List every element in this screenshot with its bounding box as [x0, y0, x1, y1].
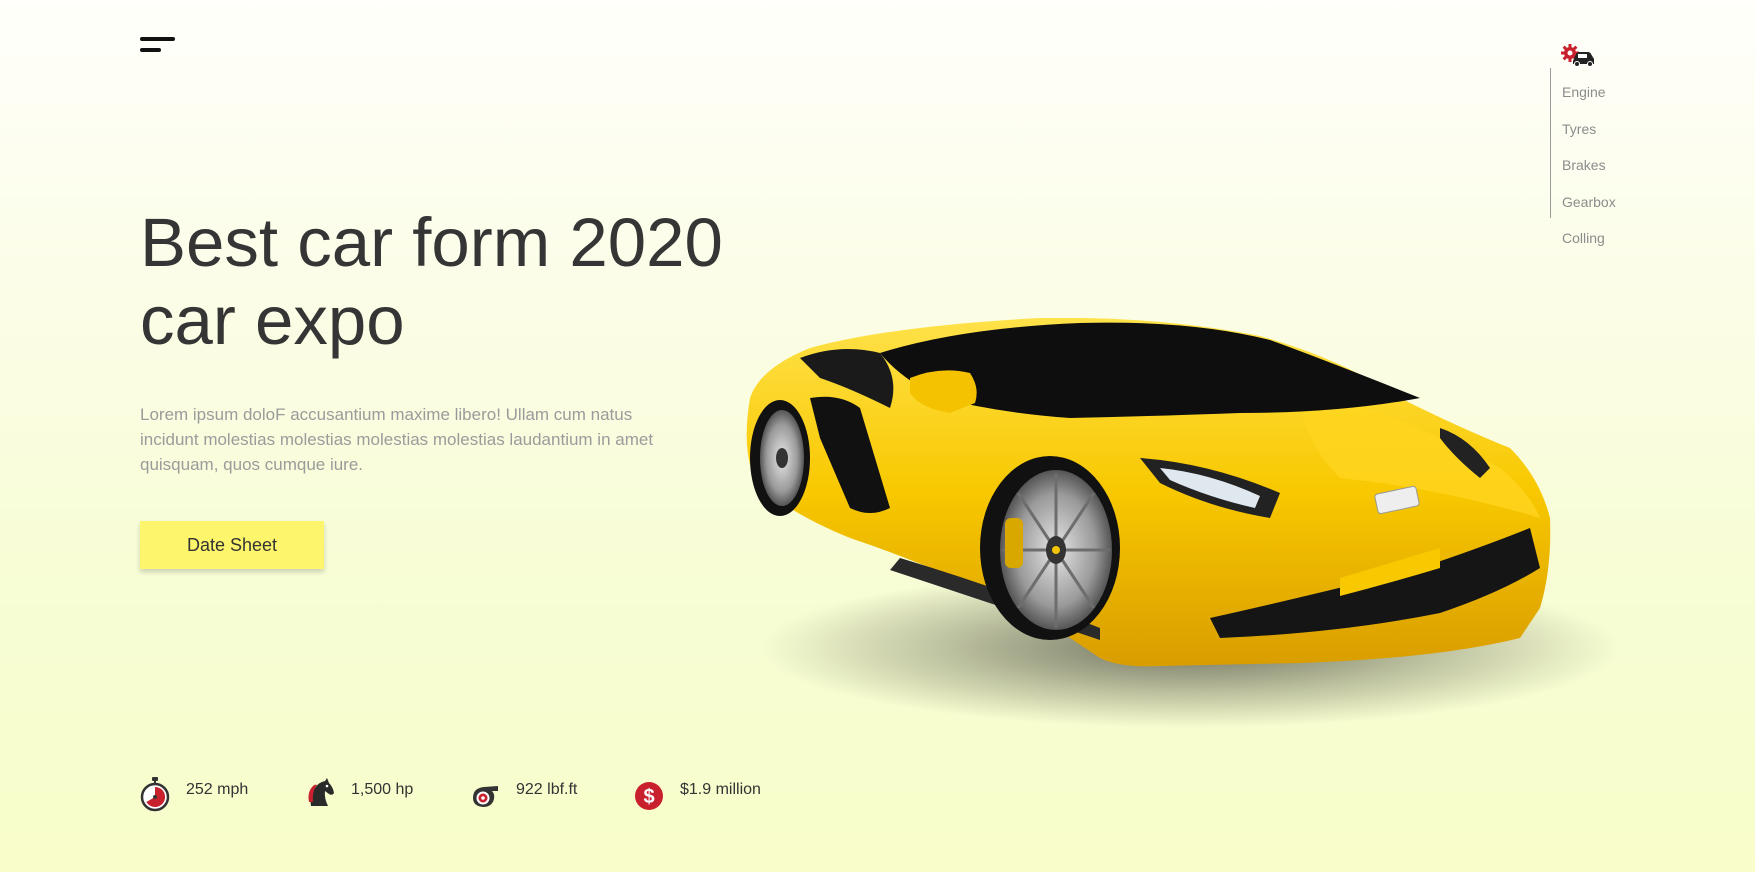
side-nav: Engine Tyres Brakes Gearbox Colling [1549, 40, 1709, 250]
nav-item-colling[interactable]: Colling [1562, 230, 1616, 267]
car-image [746, 318, 1620, 728]
hamburger-icon[interactable] [140, 36, 176, 56]
turbo-icon [473, 786, 498, 807]
stat-power-value: 1,500 hp [351, 781, 414, 798]
dollar-icon: $ [635, 782, 663, 810]
nav-item-brakes[interactable]: Brakes [1562, 157, 1616, 194]
side-nav-list: Engine Tyres Brakes Gearbox Colling [1562, 84, 1616, 267]
svg-text:$: $ [643, 786, 654, 808]
car-gear-icon [1561, 44, 1594, 67]
hero-description: Lorem ipsum doloF accusantium maxime lib… [140, 405, 654, 474]
stat-price-value: $1.9 million [680, 781, 761, 798]
stopwatch-icon [140, 777, 170, 812]
nav-item-tyres[interactable]: Tyres [1562, 121, 1616, 158]
nav-item-engine[interactable]: Engine [1562, 84, 1616, 121]
menu-line [140, 37, 175, 41]
stat-torque-value: 922 lbf.ft [516, 781, 578, 798]
nav-item-gearbox[interactable]: Gearbox [1562, 194, 1616, 231]
menu-line [140, 48, 161, 52]
hero-title-line: Best car form 2020 [140, 204, 723, 281]
date-sheet-button[interactable]: Date Sheet [140, 521, 324, 569]
stat-speed-value: 252 mph [186, 781, 249, 798]
nav-divider [1550, 68, 1551, 218]
horse-icon [308, 778, 334, 806]
